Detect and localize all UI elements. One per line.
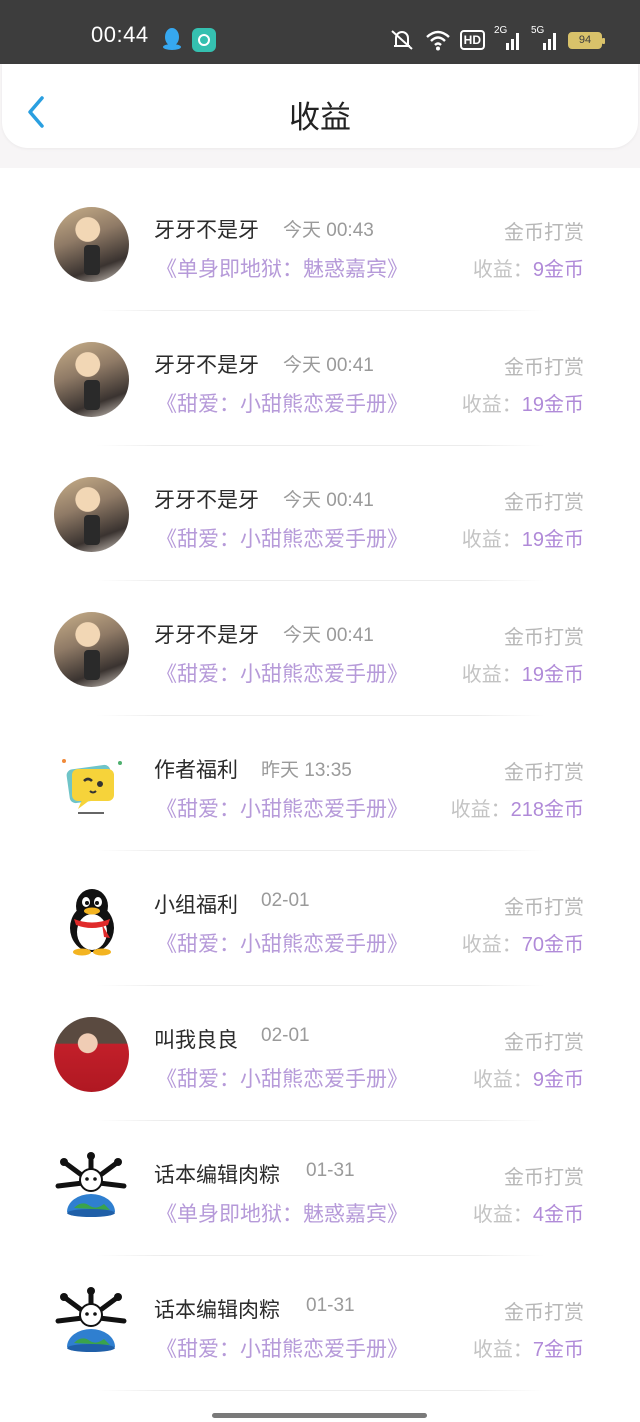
status-icons: HD 2G 5G 94 (388, 25, 605, 54)
record-type: 金币打赏 (504, 1030, 584, 1054)
income-value: 19金币 (521, 394, 584, 416)
record-type: 金币打赏 (504, 220, 584, 244)
income-record[interactable]: 小组福利 02-01 金币打赏 《甜爱：小甜熊恋爱手册》 收益：70金币 (0, 851, 640, 986)
income-amount: 收益：19金币 (462, 388, 584, 417)
record-time: 今天 00:41 (283, 490, 374, 511)
header-area: 收益 (0, 64, 640, 168)
book-title[interactable]: 《甜爱：小甜熊恋爱手册》 (156, 388, 408, 418)
record-time: 02-01 (261, 1025, 310, 1046)
income-amount: 收益：218金币 (451, 793, 584, 822)
page-title: 收益 (289, 100, 351, 136)
record-type: 金币打赏 (504, 895, 584, 919)
book-title[interactable]: 《甜爱：小甜熊恋爱手册》 (156, 523, 408, 553)
record-time: 02-01 (261, 890, 310, 911)
sender-name: 叫我良良 (154, 1028, 238, 1052)
book-title[interactable]: 《单身即地狱：魅惑嘉宾》 (156, 253, 408, 283)
book-title[interactable]: 《甜爱：小甜熊恋爱手册》 (156, 1333, 408, 1363)
record-time: 昨天 13:35 (261, 760, 352, 781)
income-amount: 收益：9金币 (473, 1063, 584, 1092)
income-amount: 收益：7金币 (473, 1333, 584, 1362)
income-label: 收益： (450, 797, 511, 821)
income-label: 收益： (461, 662, 522, 686)
sender-name: 牙牙不是牙 (154, 623, 259, 647)
income-amount: 收益：19金币 (462, 658, 584, 687)
record-type: 金币打赏 (504, 1165, 584, 1189)
record-type: 金币打赏 (504, 760, 584, 784)
hd-icon: HD (459, 30, 485, 50)
income-label: 收益： (472, 1337, 533, 1361)
status-time: 00:44 (91, 22, 149, 47)
wifi-icon (425, 30, 450, 51)
book-title[interactable]: 《甜爱：小甜熊恋爱手册》 (156, 1063, 408, 1093)
signal-icon: 5G (531, 25, 559, 51)
signal-icon: 2G (494, 25, 522, 51)
income-list: 牙牙不是牙 今天 00:43 金币打赏 《单身即地狱：魅惑嘉宾》 收益：9金币 … (0, 176, 640, 1391)
book-title[interactable]: 《甜爱：小甜熊恋爱手册》 (156, 793, 408, 823)
user-photo-avatar[interactable] (54, 477, 129, 552)
sender-name: 牙牙不是牙 (154, 218, 259, 242)
income-label: 收益： (472, 257, 533, 281)
book-title[interactable]: 《甜爱：小甜熊恋爱手册》 (156, 658, 408, 688)
status-bar: 00:44 HD 2G 5G 94 (0, 0, 640, 64)
app-notification-icon (192, 28, 216, 52)
sender-name: 牙牙不是牙 (154, 488, 259, 512)
record-type: 金币打赏 (504, 355, 584, 379)
user-photo-avatar[interactable] (54, 207, 129, 282)
record-time: 01-31 (306, 1295, 355, 1316)
income-record[interactable]: 牙牙不是牙 今天 00:41 金币打赏 《甜爱：小甜熊恋爱手册》 收益：19金币 (0, 581, 640, 716)
income-record[interactable]: 叫我良良 02-01 金币打赏 《甜爱：小甜熊恋爱手册》 收益：9金币 (0, 986, 640, 1121)
record-type: 金币打赏 (504, 1300, 584, 1324)
income-value: 9金币 (532, 1069, 584, 1091)
income-record[interactable]: 牙牙不是牙 今天 00:41 金币打赏 《甜爱：小甜熊恋爱手册》 收益：19金币 (0, 446, 640, 581)
globe-character-avatar[interactable] (54, 1152, 129, 1227)
qq-icon (161, 27, 183, 55)
record-time: 今天 00:43 (283, 220, 374, 241)
record-time: 01-31 (306, 1160, 355, 1181)
income-amount: 收益：9金币 (473, 253, 584, 282)
income-value: 7金币 (532, 1339, 584, 1361)
income-label: 收益： (461, 527, 522, 551)
book-title[interactable]: 《单身即地狱：魅惑嘉宾》 (156, 1198, 408, 1228)
chat-bubble-avatar[interactable] (54, 747, 129, 822)
income-record[interactable]: 牙牙不是牙 今天 00:41 金币打赏 《甜爱：小甜熊恋爱手册》 收益：19金币 (0, 311, 640, 446)
header-card: 收益 (2, 64, 638, 148)
record-time: 今天 00:41 (283, 625, 374, 646)
income-amount: 收益：19金币 (462, 523, 584, 552)
income-label: 收益： (472, 1202, 533, 1226)
sender-name: 小组福利 (154, 893, 238, 917)
penguin-avatar[interactable] (54, 882, 129, 957)
income-label: 收益： (461, 932, 522, 956)
income-record[interactable]: 话本编辑肉粽 01-31 金币打赏 《甜爱：小甜熊恋爱手册》 收益：7金币 (0, 1256, 640, 1391)
record-time: 今天 00:41 (283, 355, 374, 376)
mute-icon (390, 30, 413, 50)
income-amount: 收益：70金币 (462, 928, 584, 957)
income-value: 9金币 (532, 259, 584, 281)
income-value: 70金币 (521, 934, 584, 956)
book-title[interactable]: 《甜爱：小甜熊恋爱手册》 (156, 928, 408, 958)
sender-name: 话本编辑肉粽 (154, 1298, 280, 1322)
income-value: 19金币 (521, 664, 584, 686)
sender-name: 牙牙不是牙 (154, 353, 259, 377)
divider (96, 1390, 544, 1391)
record-type: 金币打赏 (504, 490, 584, 514)
user-photo-avatar[interactable] (54, 342, 129, 417)
globe-character-avatar[interactable] (54, 1287, 129, 1362)
income-amount: 收益：4金币 (473, 1198, 584, 1227)
income-record[interactable]: 话本编辑肉粽 01-31 金币打赏 《单身即地狱：魅惑嘉宾》 收益：4金币 (0, 1121, 640, 1256)
income-label: 收益： (472, 1067, 533, 1091)
user-photo-avatar[interactable] (54, 612, 129, 687)
income-value: 4金币 (532, 1204, 584, 1226)
income-value: 19金币 (521, 529, 584, 551)
income-value: 218金币 (510, 799, 584, 821)
home-indicator[interactable] (212, 1413, 427, 1418)
sender-name: 话本编辑肉粽 (154, 1163, 280, 1187)
battery-icon: 94 (568, 31, 605, 49)
income-record[interactable]: 作者福利 昨天 13:35 金币打赏 《甜爱：小甜熊恋爱手册》 收益：218金币 (0, 716, 640, 851)
income-label: 收益： (461, 392, 522, 416)
record-type: 金币打赏 (504, 625, 584, 649)
user-photo-avatar[interactable] (54, 1017, 129, 1092)
sender-name: 作者福利 (154, 758, 238, 782)
income-record[interactable]: 牙牙不是牙 今天 00:43 金币打赏 《单身即地狱：魅惑嘉宾》 收益：9金币 (0, 176, 640, 311)
